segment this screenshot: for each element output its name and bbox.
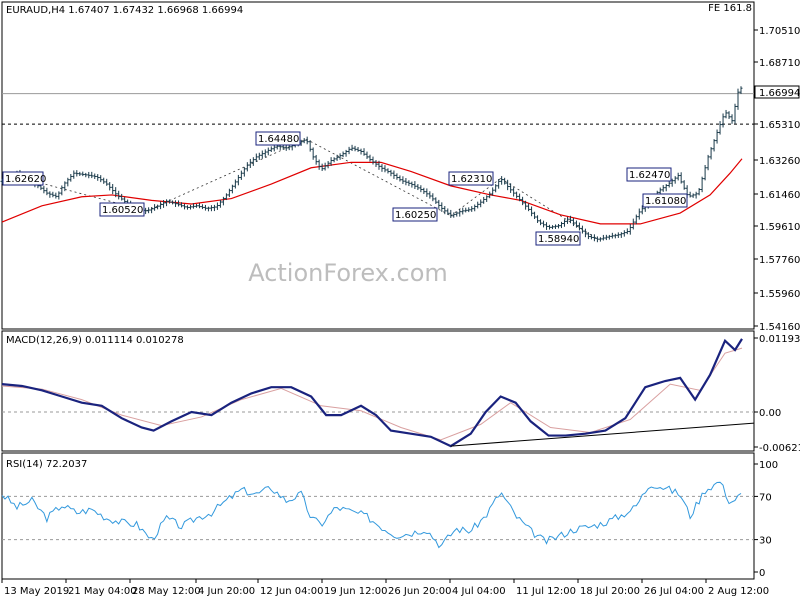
macd-y-tick-label: -0.00621 xyxy=(759,443,800,454)
price-annotation-label: 1.62470 xyxy=(629,170,670,181)
chart-header: EURAUD,H4 1.67407 1.67432 1.66968 1.6699… xyxy=(6,5,243,16)
price-y-tick-label: 1.63260 xyxy=(759,156,800,167)
x-tick-label: 28 May 12:00 xyxy=(132,586,201,597)
price-annotation-label: 1.60520 xyxy=(102,205,143,216)
price-annotation-label: 1.61080 xyxy=(645,196,686,207)
x-tick-label: 19 Jun 12:00 xyxy=(324,586,388,597)
x-tick-label: 13 May 2019 xyxy=(4,586,69,597)
price-y-tick-label: 1.61460 xyxy=(759,190,800,201)
price-annotation-label: 1.60250 xyxy=(395,210,436,221)
rsi-y-tick-label: 0 xyxy=(759,568,765,579)
x-tick-label: 11 Jul 12:00 xyxy=(516,586,576,597)
x-tick-label: 18 Jul 20:00 xyxy=(580,586,640,597)
price-y-tick-label: 1.57760 xyxy=(759,255,800,266)
price-y-tick-label: 1.65310 xyxy=(759,120,800,131)
price-annotation-label: 1.58940 xyxy=(538,234,579,245)
rsi-title: RSI(14) 72.2037 xyxy=(6,459,87,470)
x-tick-label: 4 Jun 20:00 xyxy=(198,586,255,597)
panel-frame-1 xyxy=(1,330,755,452)
price-annotation-label: 1.62620 xyxy=(5,174,46,185)
rsi-y-tick-label: 70 xyxy=(759,492,772,503)
price-y-tick-label: 1.66994 xyxy=(759,88,800,99)
x-tick-label: 2 Aug 12:00 xyxy=(708,586,769,597)
rsi-y-tick-label: 100 xyxy=(759,460,778,471)
price-y-tick-label: 1.70510 xyxy=(759,26,800,37)
x-tick-label: 21 May 04:00 xyxy=(68,586,137,597)
macd-line xyxy=(1,338,743,448)
macd-y-tick-label: 0.00 xyxy=(759,408,781,419)
x-tick-label: 12 Jun 04:00 xyxy=(260,586,324,597)
panel-frame-2 xyxy=(1,452,755,580)
watermark: ActionForex.com xyxy=(248,259,448,287)
macd-trendline xyxy=(450,422,755,447)
price-y-tick-label: 1.59610 xyxy=(759,222,800,233)
swing-line xyxy=(500,178,599,240)
price-annotation-label: 1.64480 xyxy=(258,134,299,145)
price-bars xyxy=(0,86,743,243)
price-annotation-label: 1.62310 xyxy=(451,174,492,185)
rsi-line xyxy=(1,481,742,549)
x-tick-label: 26 Jun 20:00 xyxy=(388,586,452,597)
rsi-y-tick-label: 30 xyxy=(759,536,772,547)
swing-line xyxy=(146,138,307,212)
fe-label: FE 161.8 xyxy=(708,3,752,14)
price-y-tick-label: 1.55960 xyxy=(759,289,800,300)
macd-title: MACD(12,26,9) 0.011114 0.010278 xyxy=(6,335,184,346)
x-tick-label: 4 Jul 04:00 xyxy=(452,586,506,597)
macd-signal-line xyxy=(1,347,743,441)
macd-y-tick-label: 0.011939 xyxy=(759,334,800,345)
chart-canvas: 1.70510 1.68710 1.66994 1.65310 1.63260 1.614… xyxy=(0,1,800,597)
x-tick-label: 26 Jul 04:00 xyxy=(644,586,704,597)
price-y-tick-label: 1.68710 xyxy=(759,58,800,69)
price-y-tick-label: 1.54160 xyxy=(759,322,800,333)
